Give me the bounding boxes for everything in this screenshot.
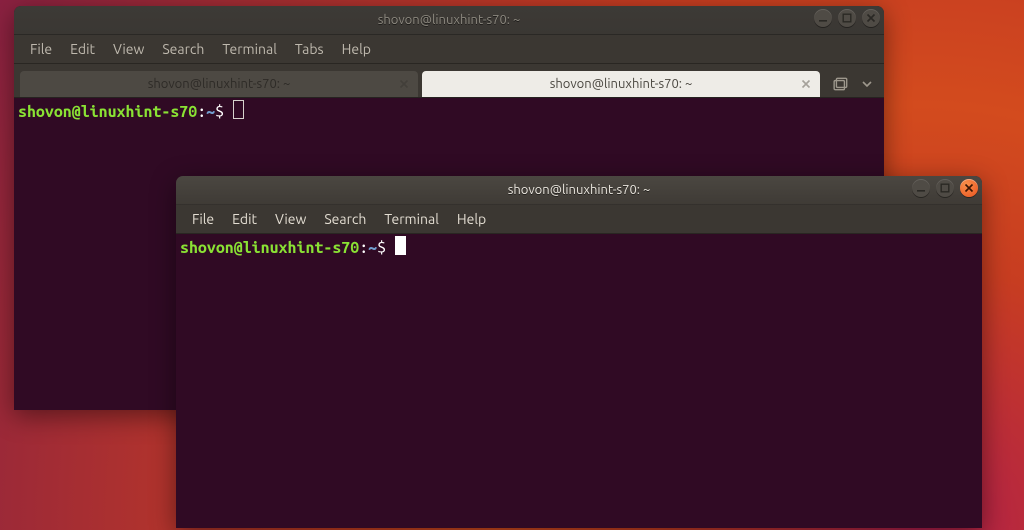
minimize-icon	[916, 183, 926, 193]
titlebar[interactable]: shovon@linuxhint-s70: ~	[14, 6, 884, 35]
prompt-dollar: $	[215, 103, 224, 121]
prompt-path: ~	[368, 239, 377, 257]
close-icon	[964, 183, 974, 193]
prompt-path: ~	[206, 103, 215, 121]
window-controls	[814, 9, 880, 27]
tab-label: shovon@linuxhint-s70: ~	[20, 77, 418, 91]
prompt-colon: :	[359, 239, 368, 257]
menu-help[interactable]: Help	[449, 209, 494, 229]
menu-tabs[interactable]: Tabs	[287, 39, 332, 59]
terminal-cursor	[395, 236, 406, 255]
menu-view[interactable]: View	[267, 209, 314, 229]
tab-bar: shovon@linuxhint-s70: ~ shovon@linuxhint…	[14, 64, 884, 98]
prompt-userhost: shovon@linuxhint-s70	[180, 239, 359, 257]
titlebar[interactable]: shovon@linuxhint-s70: ~	[176, 176, 982, 205]
desktop: shovon@linuxhint-s70: ~ File Edit View S…	[0, 0, 1024, 530]
prompt-dollar: $	[377, 239, 386, 257]
minimize-button[interactable]	[814, 9, 832, 27]
window-title: shovon@linuxhint-s70: ~	[378, 13, 521, 27]
menu-edit[interactable]: Edit	[224, 209, 265, 229]
new-tab-icon	[833, 76, 849, 92]
menu-file[interactable]: File	[184, 209, 222, 229]
minimize-icon	[818, 13, 828, 23]
terminal-tab-active[interactable]: shovon@linuxhint-s70: ~	[20, 71, 418, 97]
window-controls	[912, 179, 978, 197]
tab-close-button[interactable]	[798, 76, 814, 92]
close-button[interactable]	[960, 179, 978, 197]
minimize-button[interactable]	[912, 179, 930, 197]
terminal-window-2[interactable]: shovon@linuxhint-s70: ~ File Edit View S…	[176, 176, 982, 528]
menubar: File Edit View Search Terminal Tabs Help	[14, 35, 884, 64]
maximize-button[interactable]	[936, 179, 954, 197]
tab-label: shovon@linuxhint-s70: ~	[422, 77, 820, 91]
maximize-button[interactable]	[838, 9, 856, 27]
tab-overflow-button[interactable]	[856, 73, 878, 95]
menu-help[interactable]: Help	[334, 39, 379, 59]
prompt-colon: :	[197, 103, 206, 121]
chevron-down-icon	[862, 81, 872, 87]
menu-view[interactable]: View	[105, 39, 152, 59]
prompt-userhost: shovon@linuxhint-s70	[18, 103, 197, 121]
menu-terminal[interactable]: Terminal	[376, 209, 447, 229]
close-button[interactable]	[862, 9, 880, 27]
maximize-icon	[842, 13, 852, 23]
menubar: File Edit View Search Terminal Help	[176, 205, 982, 234]
menu-edit[interactable]: Edit	[62, 39, 103, 59]
close-icon	[399, 79, 409, 89]
menu-search[interactable]: Search	[154, 39, 212, 59]
tab-close-button[interactable]	[396, 76, 412, 92]
close-icon	[866, 13, 876, 23]
terminal-tab[interactable]: shovon@linuxhint-s70: ~	[422, 71, 820, 97]
maximize-icon	[940, 183, 950, 193]
terminal-output[interactable]: shovon@linuxhint-s70:~$	[176, 234, 982, 528]
terminal-cursor	[233, 100, 244, 119]
tab-bar-actions	[830, 73, 878, 95]
close-icon	[801, 79, 811, 89]
menu-terminal[interactable]: Terminal	[214, 39, 285, 59]
new-tab-button[interactable]	[830, 73, 852, 95]
menu-file[interactable]: File	[22, 39, 60, 59]
window-title: shovon@linuxhint-s70: ~	[508, 183, 651, 197]
menu-search[interactable]: Search	[316, 209, 374, 229]
